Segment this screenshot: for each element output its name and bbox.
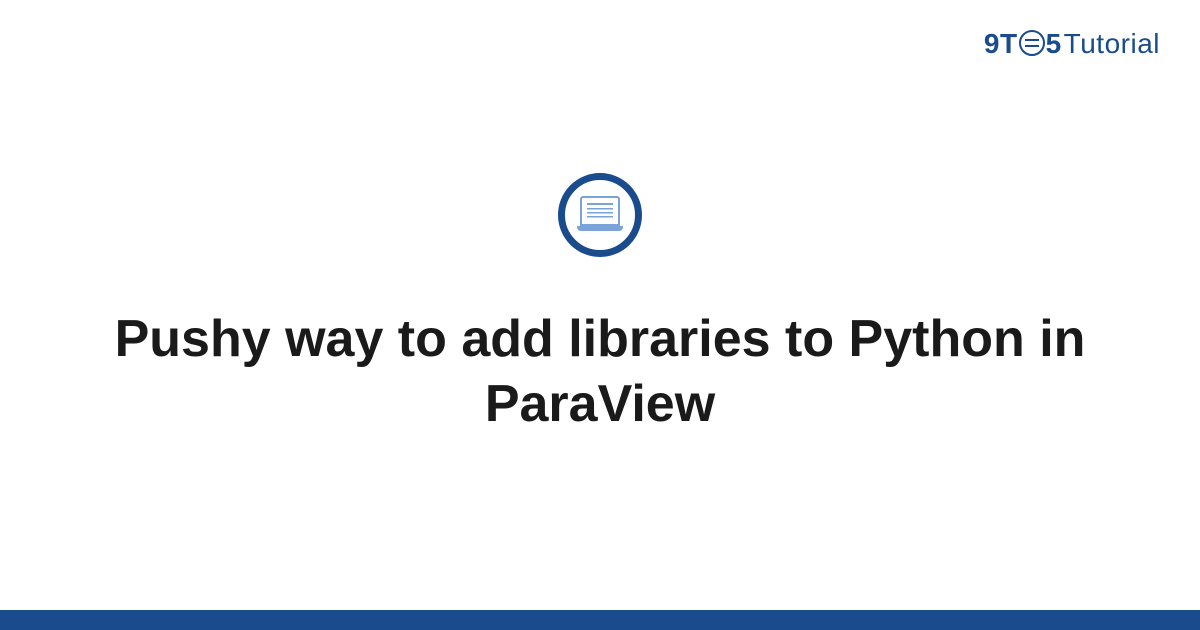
page-title: Pushy way to add libraries to Python in … <box>100 307 1100 437</box>
laptop-icon-circle <box>558 173 642 257</box>
footer-accent-bar <box>0 610 1200 630</box>
laptop-icon <box>577 196 623 234</box>
laptop-base <box>577 226 623 231</box>
main-content: Pushy way to add libraries to Python in … <box>0 0 1200 610</box>
laptop-screen <box>580 196 620 226</box>
